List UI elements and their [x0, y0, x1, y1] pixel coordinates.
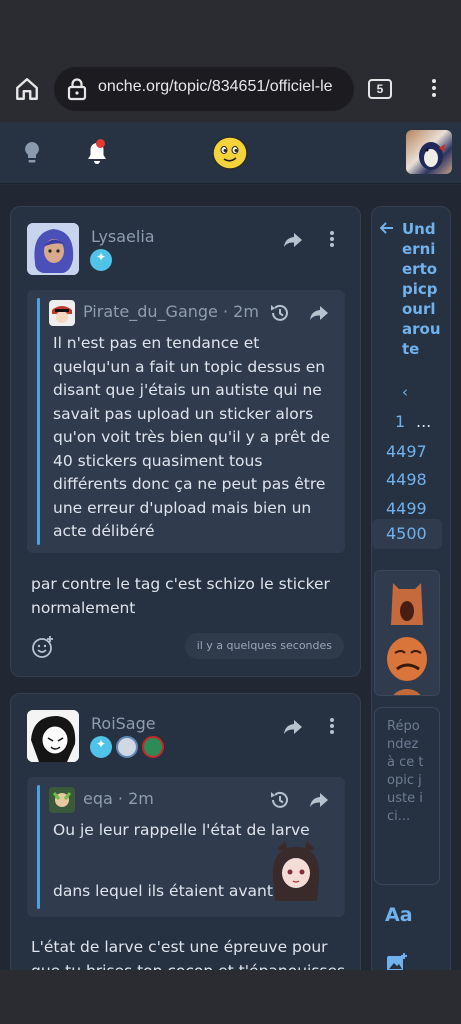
- pagination-ellipsis: ...: [416, 412, 432, 431]
- badge-face-icon: [116, 736, 138, 758]
- post-timestamp: il y a quelques secondes: [184, 633, 344, 659]
- browser-menu-icon[interactable]: [426, 76, 442, 102]
- back-arrow-icon[interactable]: [380, 221, 394, 235]
- quote-share-icon[interactable]: [309, 304, 329, 322]
- history-icon[interactable]: [269, 302, 291, 324]
- author-badges: [90, 736, 164, 758]
- reply-input[interactable]: Répondez à ce topic juste ici...: [374, 707, 440, 885]
- page-link[interactable]: 4498: [372, 467, 442, 493]
- topic-sidebar: Underniertopicpourlaroute ‹ 1 ... 4497 4…: [371, 206, 451, 970]
- url-bar[interactable]: onche.org/topic/834651/officiel-le: [54, 67, 354, 111]
- quote-time: · 2m: [222, 302, 259, 321]
- url-text: onche.org/topic/834651/officiel-le: [98, 78, 333, 95]
- page-link-first[interactable]: 1: [395, 412, 405, 431]
- previous-page-button[interactable]: ‹: [402, 383, 408, 401]
- author-avatar[interactable]: [27, 223, 79, 275]
- quoted-author-avatar[interactable]: [49, 787, 75, 813]
- tab-switcher-button[interactable]: 5: [368, 79, 392, 99]
- quoted-author[interactable]: eqa · 2m: [83, 789, 154, 808]
- more-options-icon[interactable]: [329, 717, 335, 735]
- quote-text-line: dans lequel ils étaient avant: [53, 882, 273, 900]
- image-upload-icon[interactable]: [386, 953, 408, 970]
- page-link[interactable]: 4497: [372, 439, 442, 465]
- quoted-author-name[interactable]: eqa: [83, 789, 113, 808]
- quoted-author-avatar[interactable]: [49, 300, 75, 326]
- sticker-thumbnail[interactable]: [385, 579, 429, 629]
- sticker-picker[interactable]: [374, 570, 440, 696]
- share-icon[interactable]: [283, 231, 303, 249]
- share-icon[interactable]: [283, 718, 303, 736]
- page-link-current[interactable]: 4500: [372, 519, 442, 549]
- site-logo-smiley[interactable]: [212, 136, 248, 170]
- quoted-message: Pirate_du_Gange · 2m Il n'est pas en ten…: [27, 290, 345, 553]
- quote-text: Il n'est pas en tendance et quelqu'un a …: [53, 334, 330, 540]
- badge-christmas-icon: [142, 736, 164, 758]
- browser-toolbar: onche.org/topic/834651/officiel-le 5: [0, 56, 461, 122]
- topic-title[interactable]: Underniertopicpourlaroute: [402, 219, 442, 359]
- post-author[interactable]: RoiSage: [91, 714, 156, 733]
- post-author[interactable]: Lysaelia: [91, 227, 155, 246]
- reply-placeholder: Répondez à ce topic juste ici...: [387, 719, 424, 824]
- badge-star-icon: [90, 249, 112, 271]
- post-text: par contre le tag c'est schizo le sticke…: [31, 575, 330, 617]
- sticker-thumbnail[interactable]: [385, 633, 429, 683]
- quote-time: · 2m: [117, 789, 154, 808]
- home-icon[interactable]: [14, 76, 40, 102]
- lock-icon[interactable]: [66, 77, 88, 101]
- post-card: Lysaelia Pirate_du_Gange · 2m Il n'est p…: [10, 206, 361, 677]
- add-reaction-icon[interactable]: [31, 635, 55, 659]
- system-status-bar: [0, 0, 461, 56]
- post-text: L'état de larve c'est une épreuve pour q…: [31, 938, 345, 970]
- quoted-author[interactable]: Pirate_du_Gange · 2m: [83, 302, 259, 321]
- history-icon[interactable]: [269, 789, 291, 811]
- lightbulb-icon[interactable]: [22, 140, 42, 166]
- notification-dot: [96, 139, 105, 148]
- topic-content: Lysaelia Pirate_du_Gange · 2m Il n'est p…: [0, 185, 461, 970]
- quoted-author-name[interactable]: Pirate_du_Gange: [83, 302, 218, 321]
- user-avatar[interactable]: [406, 130, 452, 174]
- quoted-message: eqa · 2m Ou je leur rappelle l'état de l…: [27, 777, 345, 917]
- author-badges: [90, 249, 112, 271]
- badge-star-icon: [90, 736, 112, 758]
- more-options-icon[interactable]: [329, 230, 335, 248]
- text-format-button[interactable]: Aa: [385, 904, 413, 926]
- post-card: RoiSage eqa · 2m Ou je leur rappelle l'é…: [10, 693, 361, 970]
- system-navigation-bar: [0, 970, 461, 1024]
- author-avatar[interactable]: [27, 710, 79, 762]
- quote-share-icon[interactable]: [309, 791, 329, 809]
- sticker-thumbnail[interactable]: [385, 685, 429, 696]
